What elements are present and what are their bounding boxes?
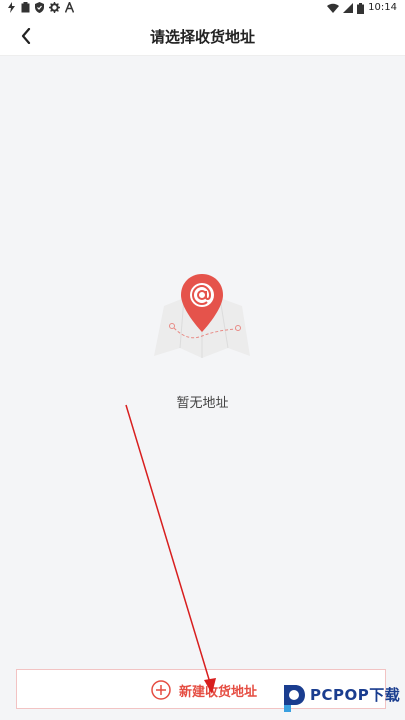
- gear-icon: [49, 2, 60, 13]
- wifi-icon: [327, 3, 340, 13]
- clipboard-icon: [21, 2, 30, 13]
- watermark-text: PCPOP下载: [310, 686, 401, 704]
- add-address-label: 新建收货地址: [179, 685, 258, 700]
- plus-circle-icon: [151, 680, 171, 700]
- status-right-icons: 10:14: [327, 2, 397, 14]
- watermark-logo: PCPOP下载: [280, 682, 402, 718]
- status-left-icons: [7, 2, 74, 13]
- battery-icon: [357, 2, 365, 14]
- title-bar: 请选择收货地址: [0, 16, 405, 56]
- map-pin-icon: [154, 274, 250, 358]
- status-bar: 10:14: [0, 0, 405, 16]
- empty-state-text: 暂无地址: [176, 396, 229, 411]
- shield-icon: [35, 2, 44, 13]
- signal-icon: [343, 3, 354, 13]
- status-time: 10:14: [368, 2, 397, 13]
- text-a-icon: [65, 2, 74, 13]
- pcpop-logo-icon: [284, 685, 305, 712]
- flash-icon: [8, 2, 15, 13]
- page-title: 请选择收货地址: [149, 28, 255, 46]
